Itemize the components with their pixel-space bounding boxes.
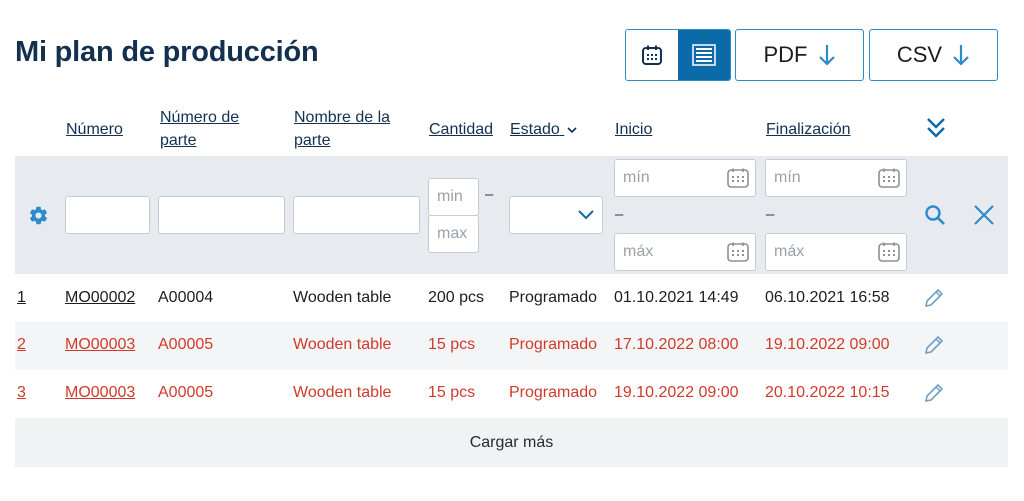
table-row: 3 MO00003 A00005 Wooden table 15 pcs Pro… xyxy=(15,370,1008,418)
calendar-icon[interactable] xyxy=(878,168,900,188)
filter-fin-max-placeholder: máx xyxy=(774,243,805,260)
row-cantidad: 15 pcs xyxy=(428,384,476,401)
row-fin: 06.10.2021 16:58 xyxy=(765,289,890,306)
range-dash: – xyxy=(485,186,494,203)
chevron-down-icon xyxy=(578,210,594,220)
calendar-icon xyxy=(642,45,662,65)
close-icon[interactable] xyxy=(973,204,995,226)
expand-columns-icon[interactable] xyxy=(924,115,948,141)
filter-inicio-max-placeholder: máx xyxy=(623,243,654,260)
column-header-cantidad[interactable]: Cantidad xyxy=(429,118,493,141)
filter-fin-min-placeholder: mín xyxy=(774,169,801,186)
column-header-inicio[interactable]: Inicio xyxy=(615,118,652,141)
row-index-link[interactable]: 2 xyxy=(17,336,26,354)
filter-fin-max-input[interactable]: máx xyxy=(765,233,907,271)
row-nombre: Wooden table xyxy=(293,384,392,401)
column-header-estado[interactable]: Estado xyxy=(510,118,577,141)
filter-nombre-parte-input[interactable] xyxy=(293,196,420,234)
table-row: 2 MO00003 A00005 Wooden table 15 pcs Pro… xyxy=(15,322,1008,370)
download-arrow-icon xyxy=(818,45,835,66)
row-index-link[interactable]: 1 xyxy=(17,289,26,307)
row-cantidad: 200 pcs xyxy=(428,289,485,306)
row-nombre: Wooden table xyxy=(293,289,392,306)
calendar-view-button[interactable] xyxy=(626,30,678,80)
download-arrow-icon xyxy=(953,45,969,66)
gear-icon[interactable] xyxy=(28,205,49,226)
range-dash: – xyxy=(615,206,624,223)
edit-pencil-icon[interactable] xyxy=(923,287,945,309)
export-csv-label: CSV xyxy=(896,42,943,67)
filter-cantidad-min-input[interactable]: min xyxy=(428,178,479,216)
row-estado: Programado xyxy=(509,336,598,353)
column-header-numero[interactable]: Número xyxy=(66,118,123,141)
export-csv-button[interactable]: CSV xyxy=(869,29,998,81)
row-numero-link[interactable]: MO00002 xyxy=(65,289,135,307)
filter-fin-min-input[interactable]: mín xyxy=(765,159,907,197)
filter-numero-input[interactable] xyxy=(65,196,150,234)
list-icon xyxy=(692,44,716,66)
page-title: Mi plan de producción xyxy=(15,36,319,68)
list-view-button[interactable] xyxy=(678,30,730,80)
row-cantidad: 15 pcs xyxy=(428,336,476,353)
row-numero-link[interactable]: MO00003 xyxy=(65,336,135,354)
row-estado: Programado xyxy=(509,384,598,401)
column-header-numero-parte[interactable]: Número de parte xyxy=(160,106,270,152)
filter-inicio-min-input[interactable]: mín xyxy=(614,159,756,197)
row-numero-link[interactable]: MO00003 xyxy=(65,384,135,402)
export-pdf-label: PDF xyxy=(763,42,808,67)
filter-cantidad-max-input[interactable]: max xyxy=(428,215,479,253)
range-dash: – xyxy=(766,206,775,223)
column-header-finalizacion[interactable]: Finalización xyxy=(766,118,850,141)
search-icon[interactable] xyxy=(924,204,946,226)
filter-inicio-max-input[interactable]: máx xyxy=(614,233,756,271)
chevron-down-icon xyxy=(567,127,577,133)
filter-estado-select[interactable] xyxy=(509,196,603,234)
row-estado: Programado xyxy=(509,289,598,306)
load-more-button[interactable]: Cargar más xyxy=(15,418,1008,467)
edit-pencil-icon[interactable] xyxy=(923,334,945,356)
row-fin: 19.10.2022 09:00 xyxy=(765,336,890,353)
column-header-nombre-parte[interactable]: Nombre de la parte xyxy=(294,106,414,152)
view-toggle xyxy=(625,29,731,81)
table-row: 1 MO00002 A00004 Wooden table 200 pcs Pr… xyxy=(15,275,1008,323)
row-inicio: 19.10.2022 09:00 xyxy=(614,384,739,401)
row-parte: A00005 xyxy=(158,336,214,353)
row-inicio: 17.10.2022 08:00 xyxy=(614,336,739,353)
row-parte: A00005 xyxy=(158,384,214,401)
calendar-icon[interactable] xyxy=(727,242,749,262)
filter-inicio-min-placeholder: mín xyxy=(623,169,650,186)
row-nombre: Wooden table xyxy=(293,336,392,353)
filter-numero-parte-input[interactable] xyxy=(158,196,285,234)
row-parte: A00004 xyxy=(158,289,214,306)
column-header-estado-label: Estado xyxy=(510,121,560,138)
export-pdf-button[interactable]: PDF xyxy=(735,29,864,81)
calendar-icon[interactable] xyxy=(727,168,749,188)
calendar-icon[interactable] xyxy=(878,242,900,262)
row-fin: 20.10.2022 10:15 xyxy=(765,384,890,401)
row-index-link[interactable]: 3 xyxy=(17,384,26,402)
edit-pencil-icon[interactable] xyxy=(923,382,945,404)
row-inicio: 01.10.2021 14:49 xyxy=(614,289,739,306)
